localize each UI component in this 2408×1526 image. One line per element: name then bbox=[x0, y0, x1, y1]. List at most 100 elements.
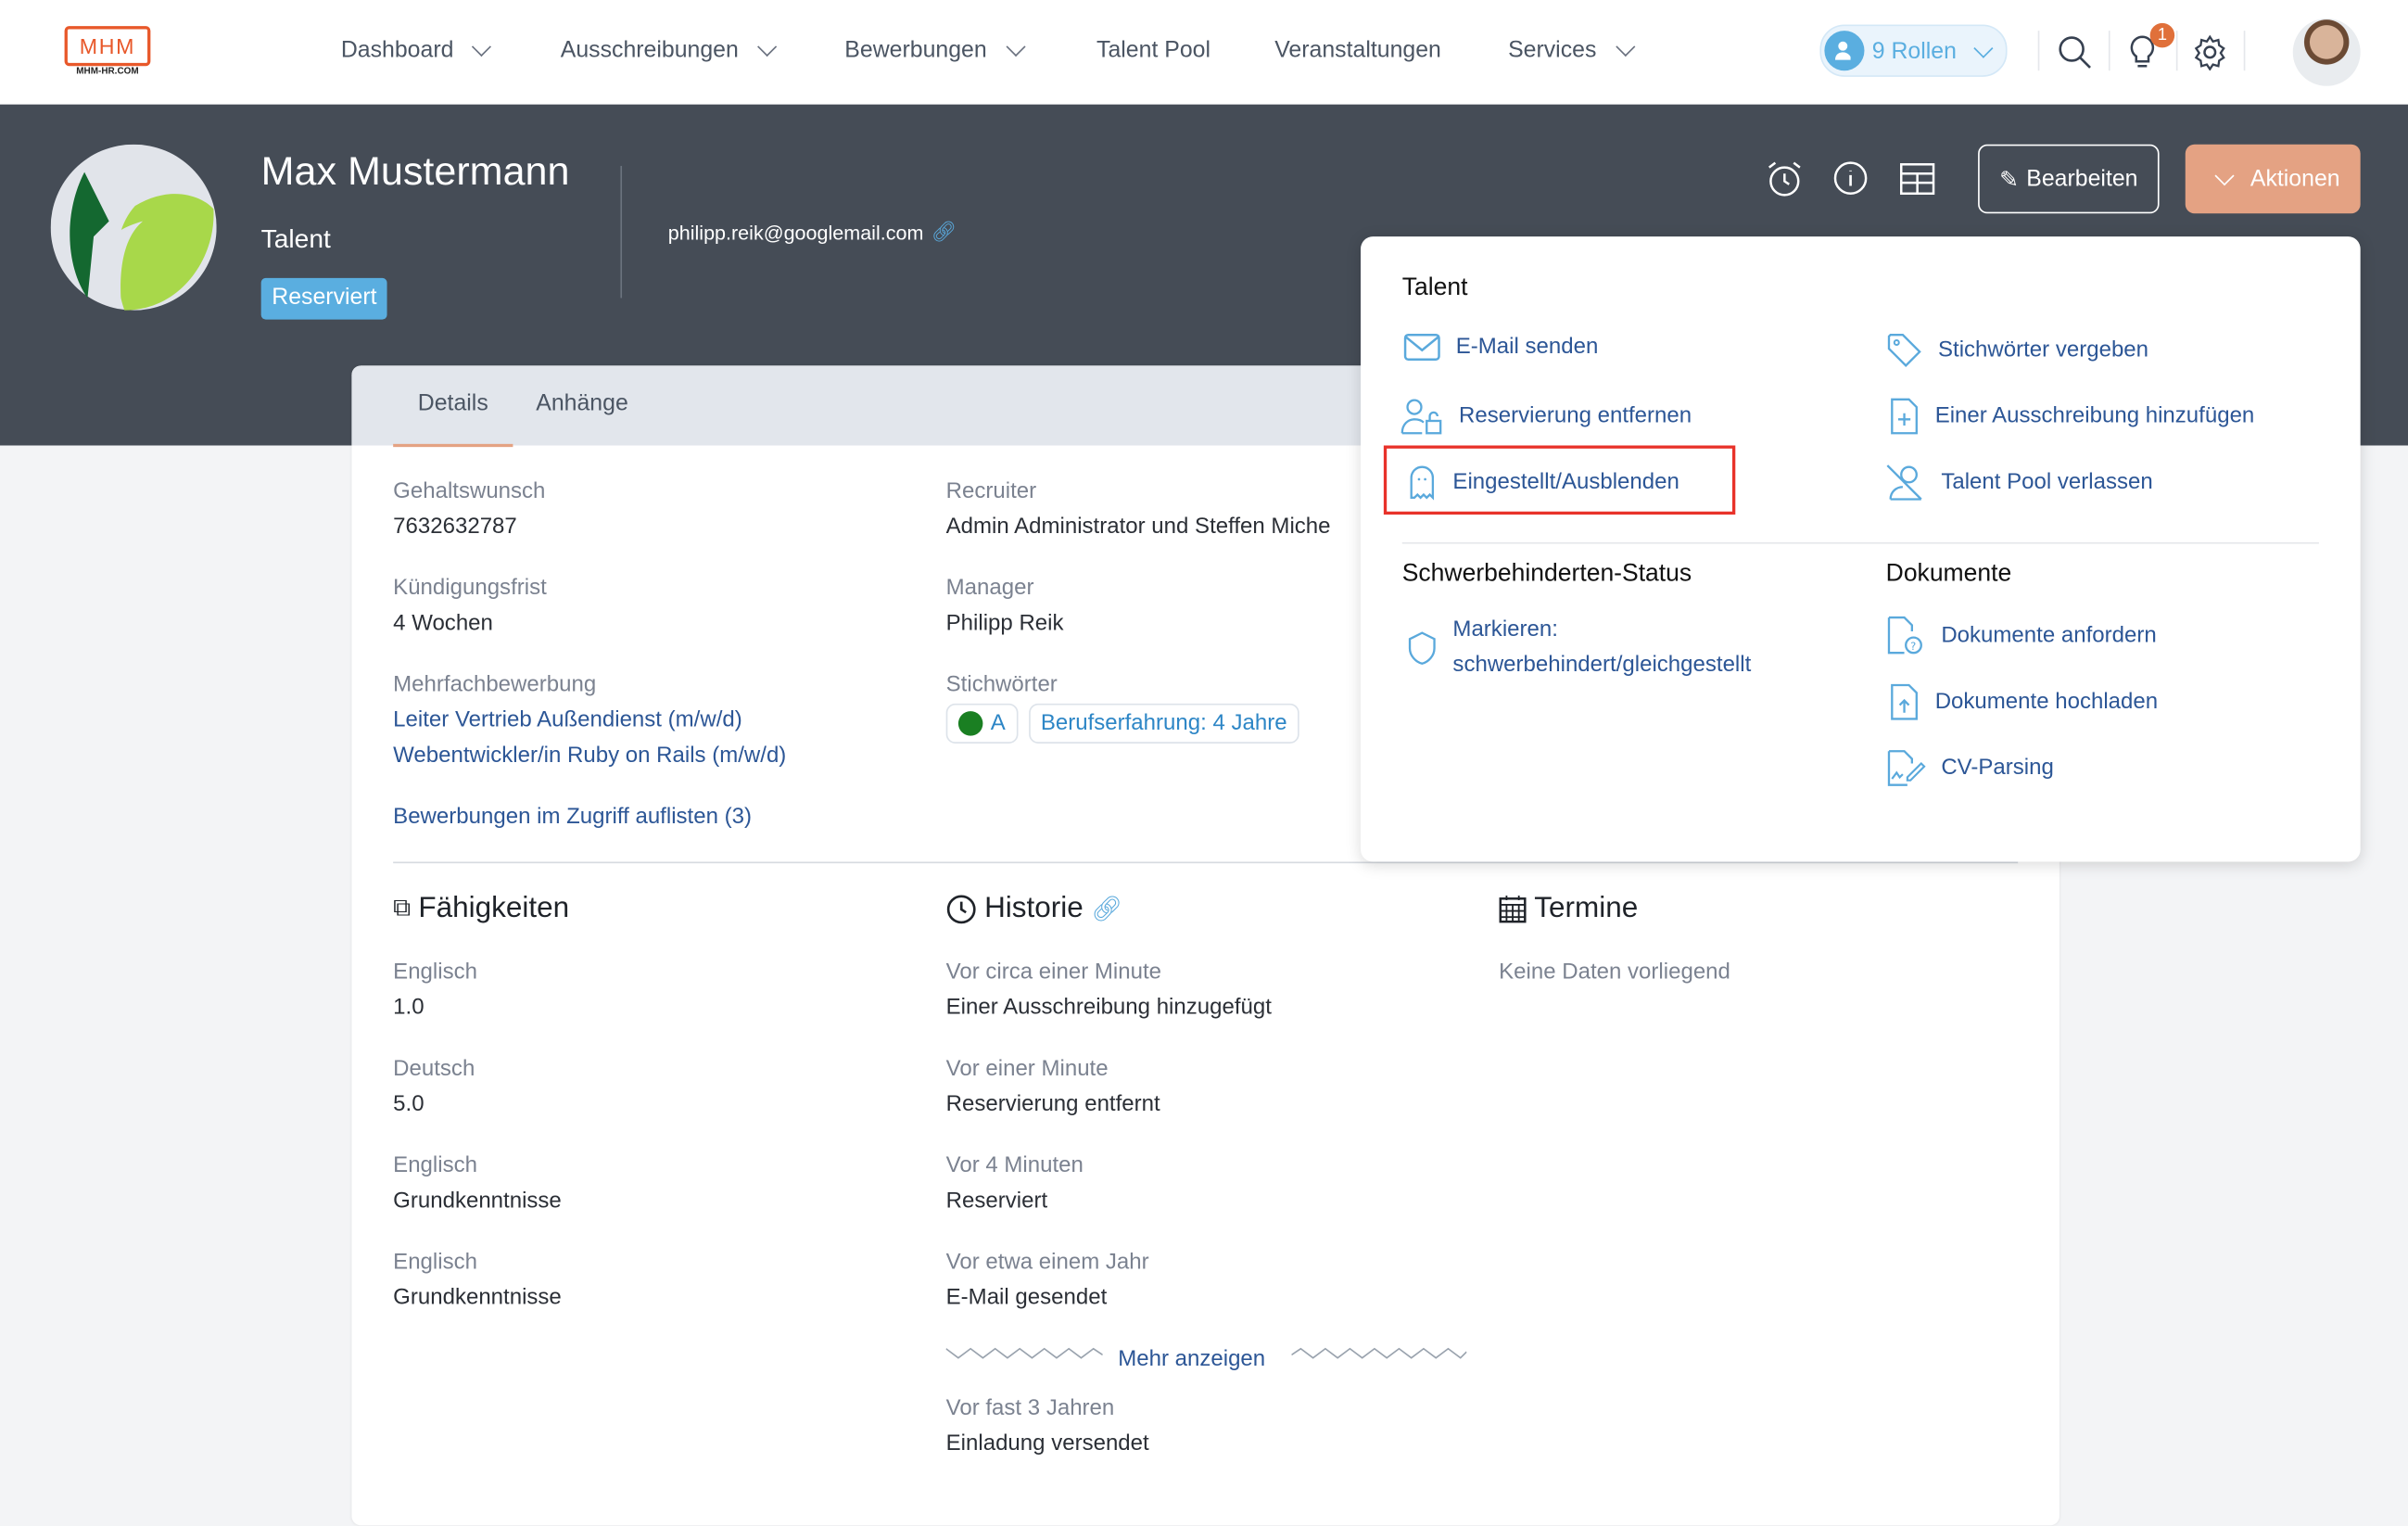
history-event: Einladung versendet bbox=[945, 1431, 1149, 1456]
menu-item-hire-hide[interactable]: Eingestellt/Ausblenden bbox=[1407, 464, 1679, 501]
history-time: Vor etwa einem Jahr bbox=[945, 1250, 1149, 1276]
nav-veranstaltungen[interactable]: Veranstaltungen bbox=[1274, 37, 1441, 63]
recruiter-value: Admin Administrator und Steffen Miche bbox=[945, 515, 1331, 540]
keyword-tag[interactable]: Berufserfahrung: 4 Jahre bbox=[1028, 703, 1299, 744]
actions-button[interactable]: Aktionen bbox=[2185, 144, 2361, 214]
application-link[interactable]: Leiter Vertrieb Außendienst (m/w/d) bbox=[393, 708, 742, 733]
notice-label: Kündigungsfrist bbox=[393, 576, 547, 601]
skill-value: 5.0 bbox=[393, 1092, 425, 1117]
clock-icon bbox=[946, 895, 976, 924]
profile-name: Max Mustermann bbox=[260, 147, 570, 194]
chevron-down-icon bbox=[472, 36, 492, 57]
menu-item-cv-parsing[interactable]: CV-Parsing bbox=[1886, 750, 2054, 787]
roles-dropdown[interactable]: 9 Rollen bbox=[1819, 24, 2008, 77]
edit-button[interactable]: ✎ Bearbeiten bbox=[1978, 144, 2160, 214]
divider bbox=[1401, 541, 2319, 544]
link-icon[interactable]: 🔗︎ bbox=[1091, 894, 1122, 924]
history-event: E-Mail gesendet bbox=[945, 1285, 1108, 1311]
alarm-clock-icon[interactable] bbox=[1766, 159, 1803, 199]
menu-item-request-documents[interactable]: ? Dokumente anfordern bbox=[1886, 616, 2157, 655]
menu-item-label: E-Mail senden bbox=[1455, 335, 1599, 360]
svg-text:?: ? bbox=[1910, 640, 1916, 653]
gear-icon[interactable] bbox=[2191, 33, 2228, 71]
menu-item-upload-documents[interactable]: Dokumente hochladen bbox=[1889, 683, 2158, 720]
user-gear-icon bbox=[1824, 31, 1865, 71]
history-time: Vor 4 Minuten bbox=[945, 1153, 1084, 1178]
keywords-label: Stichwörter bbox=[945, 672, 1058, 698]
chevron-down-icon bbox=[1005, 36, 1025, 57]
menu-item-label: Eingestellt/Ausblenden bbox=[1452, 470, 1679, 495]
nav-label: Veranstaltungen bbox=[1274, 36, 1441, 63]
profile-type: Talent bbox=[260, 223, 331, 254]
user-lock-icon bbox=[1400, 399, 1442, 435]
tab-anhaenge[interactable]: Anhänge bbox=[536, 390, 628, 416]
tab-details[interactable]: Details bbox=[393, 390, 513, 448]
divider bbox=[2108, 31, 2110, 71]
user-slash-icon bbox=[1886, 464, 1922, 501]
history-time: Vor fast 3 Jahren bbox=[945, 1396, 1115, 1421]
ghost-icon bbox=[1410, 465, 1435, 501]
nav-talent-pool[interactable]: Talent Pool bbox=[1096, 37, 1210, 63]
nav-ausschreibungen[interactable]: Ausschreibungen bbox=[560, 36, 778, 63]
menu-item-label: Dokumente anfordern bbox=[1941, 623, 2157, 649]
notification-badge: 1 bbox=[2149, 22, 2175, 48]
chevron-down-icon bbox=[756, 36, 778, 57]
logo[interactable]: MHM MHM-HR.COM bbox=[64, 26, 151, 77]
nav-label: Dashboard bbox=[340, 36, 454, 63]
skills-heading: ⧉ Fähigkeiten bbox=[393, 893, 569, 926]
menu-item-leave-talent-pool[interactable]: Talent Pool verlassen bbox=[1886, 464, 2153, 501]
menu-item-label: Stichwörter vergeben bbox=[1938, 337, 2149, 363]
history-event: Reservierung entfernt bbox=[945, 1092, 1160, 1117]
nav-dashboard[interactable]: Dashboard bbox=[340, 36, 492, 63]
nav-services[interactable]: Services bbox=[1508, 36, 1635, 63]
divider bbox=[393, 861, 2019, 864]
table-icon[interactable] bbox=[1899, 163, 1935, 196]
talent-avatar bbox=[50, 144, 217, 311]
section-title: Fähigkeiten bbox=[418, 892, 570, 925]
tag-label: A bbox=[990, 711, 1006, 736]
menu-item-label: CV-Parsing bbox=[1941, 756, 2054, 781]
menu-item-remove-reservation[interactable]: Reservierung entfernen bbox=[1400, 398, 1692, 435]
keyword-tag[interactable]: A bbox=[945, 703, 1018, 744]
menu-item-add-to-job[interactable]: Einer Ausschreibung hinzufügen bbox=[1889, 398, 2254, 435]
info-icon[interactable] bbox=[1832, 159, 1869, 197]
envelope-icon bbox=[1403, 333, 1440, 361]
zigzag-divider bbox=[945, 1347, 1103, 1359]
section-title: Termine bbox=[1534, 892, 1639, 925]
nav-label: Ausschreibungen bbox=[560, 36, 739, 63]
chevron-down-icon bbox=[1973, 37, 1994, 57]
nav-bewerbungen[interactable]: Bewerbungen bbox=[844, 36, 1025, 63]
menu-item-label: Talent Pool verlassen bbox=[1941, 470, 2153, 495]
menu-item-assign-keywords[interactable]: Stichwörter vergeben bbox=[1886, 332, 2148, 369]
skill-value: 1.0 bbox=[393, 995, 425, 1021]
color-dot-icon bbox=[957, 711, 983, 736]
menu-heading-documents: Dokumente bbox=[1885, 560, 2012, 587]
actions-label: Aktionen bbox=[2250, 165, 2340, 193]
menu-item-send-email[interactable]: E-Mail senden bbox=[1403, 332, 1598, 362]
chevron-down-icon bbox=[1615, 36, 1635, 57]
skill-value: Grundkenntnisse bbox=[393, 1189, 562, 1214]
application-link[interactable]: Webentwickler/in Ruby on Rails (m/w/d) bbox=[393, 744, 786, 769]
history-time: Vor einer Minute bbox=[945, 1056, 1109, 1082]
list-applications-link[interactable]: Bewerbungen im Zugriff auflisten (3) bbox=[393, 805, 752, 830]
history-heading: Historie 🔗︎ bbox=[946, 893, 1122, 926]
divider bbox=[620, 165, 623, 299]
file-question-icon: ? bbox=[1887, 616, 1922, 655]
search-icon[interactable] bbox=[2057, 33, 2094, 70]
salary-label: Gehaltswunsch bbox=[393, 478, 546, 504]
email-link[interactable]: philipp.reik@googlemail.com 🔗︎ bbox=[668, 220, 957, 245]
calendar-icon bbox=[1499, 895, 1527, 923]
file-plus-icon bbox=[1891, 398, 1918, 435]
skill-value: Grundkenntnisse bbox=[393, 1285, 562, 1311]
nav-label: Services bbox=[1508, 36, 1597, 63]
link-icon: 🔗︎ bbox=[931, 219, 957, 243]
keyword-tags: A Berufserfahrung: 4 Jahre bbox=[945, 703, 1299, 744]
show-more-link[interactable]: Mehr anzeigen bbox=[1118, 1347, 1265, 1372]
menu-item-mark-disabled[interactable]: Markieren: schwerbehindert/gleichgestellt bbox=[1407, 613, 1751, 683]
user-avatar[interactable] bbox=[2292, 18, 2361, 86]
manager-label: Manager bbox=[945, 576, 1034, 601]
tab-label: Anhänge bbox=[536, 389, 628, 417]
skill-label: Englisch bbox=[393, 1250, 477, 1276]
status-badge: Reserviert bbox=[260, 277, 388, 320]
logo-subtitle: MHM-HR.COM bbox=[76, 67, 139, 77]
